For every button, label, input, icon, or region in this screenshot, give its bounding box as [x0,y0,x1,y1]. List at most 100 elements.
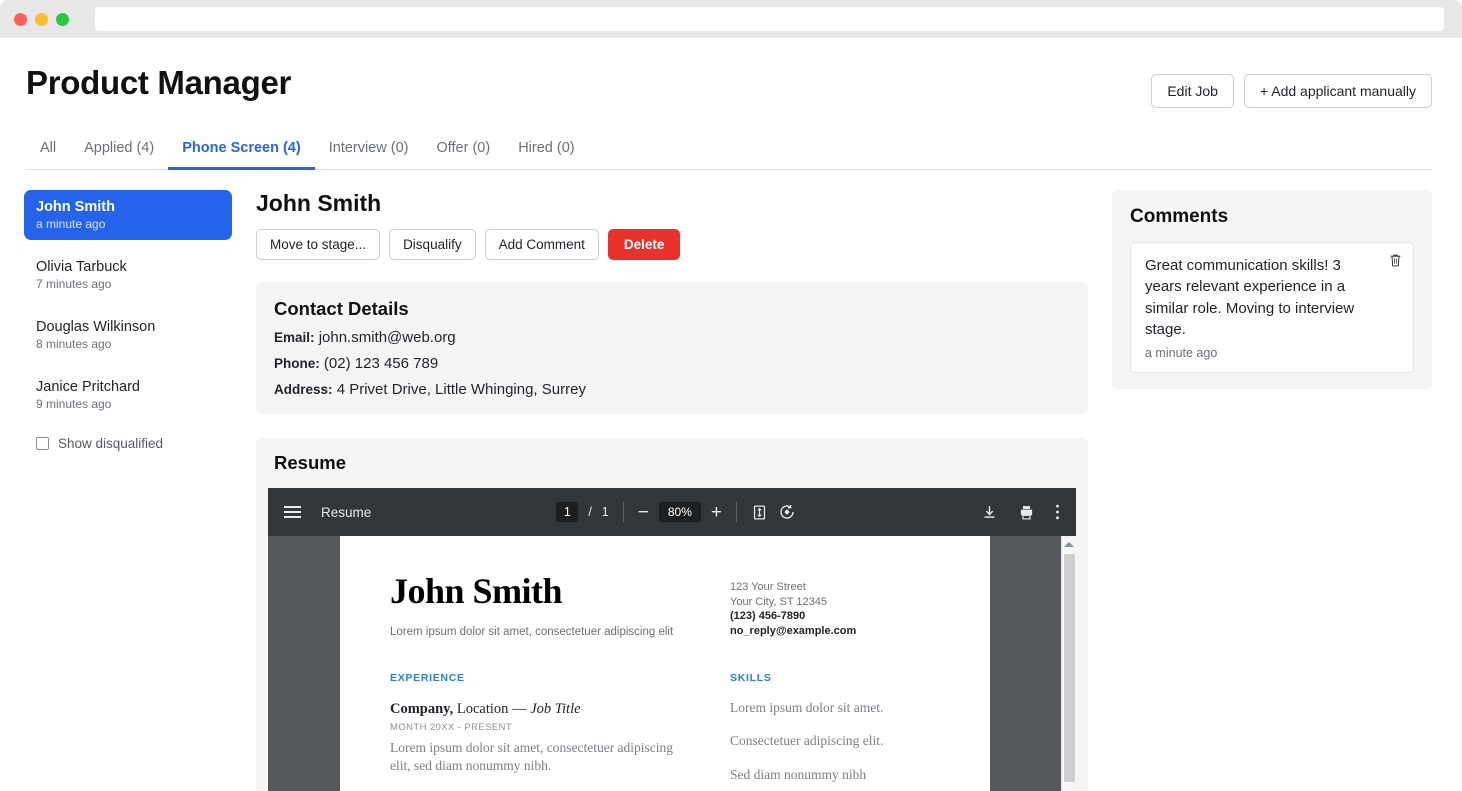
candidate-name: John Smith [256,190,1088,217]
comment-time: a minute ago [1145,346,1399,360]
checkbox-icon[interactable] [36,437,49,450]
add-applicant-manually-button[interactable]: + Add applicant manually [1244,74,1432,108]
comments-title: Comments [1130,206,1414,228]
tab-offer[interactable]: Offer (0) [422,132,504,170]
maximize-window-button[interactable] [56,13,69,26]
resume-contact-block: 123 Your Street Your City, ST 12345 (123… [730,572,940,638]
applicant-item-douglas-wilkinson[interactable]: Douglas Wilkinson 8 minutes ago [24,310,232,360]
resume-phone: (123) 456-7890 [730,610,805,622]
comment-item: Great communication skills! 3 years rele… [1130,242,1414,373]
resume-experience-heading: EXPERIENCE [390,672,686,684]
pdf-viewer: Resume / 1 − 80% + [268,488,1076,791]
page-title: Product Manager [26,64,291,102]
resume-job-location: Location — [453,701,530,717]
tab-phone-screen[interactable]: Phone Screen (4) [168,132,314,170]
print-icon[interactable] [1018,504,1035,521]
resume-skill-item: Lorem ipsum dolor sit amet. [730,699,940,717]
resume-city: Your City, ST 12345 [730,595,940,610]
applicant-item-janice-pritchard[interactable]: Janice Pritchard 9 minutes ago [24,370,232,420]
contact-address-label: Address: [274,382,333,397]
tab-hired[interactable]: Hired (0) [504,132,588,170]
candidate-detail: John Smith Move to stage... Disqualify A… [232,190,1112,791]
comment-text: Great communication skills! 3 years rele… [1145,255,1399,340]
applicant-time: 9 minutes ago [36,397,220,411]
more-vertical-icon[interactable] [1055,503,1060,521]
applicant-time: 7 minutes ago [36,277,220,291]
add-comment-button[interactable]: Add Comment [485,229,599,260]
resume-document-page: John Smith Lorem ipsum dolor sit amet, c… [340,536,990,791]
resume-panel: Resume Resume / 1 − 80% + [256,438,1088,791]
tab-all[interactable]: All [26,132,70,170]
applicant-name: John Smith [36,199,220,215]
resume-skills-heading: SKILLS [730,672,940,684]
resume-street: 123 Your Street [730,580,940,595]
header-actions: Edit Job + Add applicant manually [1151,64,1432,108]
contact-phone-row: Phone: (02) 123 456 789 [274,355,1070,372]
zoom-in-button[interactable]: + [711,503,722,522]
applicant-item-john-smith[interactable]: John Smith a minute ago [24,190,232,240]
resume-email: no_reply@example.com [730,625,856,637]
resume-skills-column: SKILLS Lorem ipsum dolor sit amet. Conse… [730,672,940,784]
pdf-page-zoom-controls: / 1 − 80% + [556,502,796,522]
resume-job-description: Lorem ipsum dolor sit amet, consectetuer… [390,739,686,775]
download-icon[interactable] [981,504,998,521]
pdf-toolbar: Resume / 1 − 80% + [268,488,1076,536]
scroll-up-icon[interactable] [1064,542,1074,547]
resume-candidate-name: John Smith [390,572,730,612]
resume-job-company: Company, [390,701,453,717]
candidate-actions: Move to stage... Disqualify Add Comment … [256,229,1088,260]
comments-panel: Comments Great communication skills! 3 y… [1112,190,1432,389]
rotate-counterclockwise-icon[interactable] [778,503,796,521]
resume-skill-item: Sed diam nonummy nibh [730,766,940,784]
contact-details-title: Contact Details [274,298,1070,320]
resume-experience-column: EXPERIENCE Company, Location — Job Title… [390,672,730,784]
applicant-name: Olivia Tarbuck [36,259,220,275]
address-bar[interactable] [95,7,1444,31]
toolbar-divider [736,502,737,522]
delete-comment-icon[interactable] [1389,253,1402,273]
contact-address-row: Address: 4 Privet Drive, Little Whinging… [274,381,1070,398]
tab-applied[interactable]: Applied (4) [70,132,168,170]
page-root: Product Manager Edit Job + Add applicant… [0,38,1462,791]
edit-job-button[interactable]: Edit Job [1151,74,1234,108]
minimize-window-button[interactable] [35,13,48,26]
pdf-document-title: Resume [321,505,371,520]
resume-columns: EXPERIENCE Company, Location — Job Title… [390,672,940,784]
scrollbar-thumb[interactable] [1064,554,1075,782]
browser-chrome [0,0,1462,38]
move-to-stage-button[interactable]: Move to stage... [256,229,380,260]
disqualify-button[interactable]: Disqualify [389,229,476,260]
pdf-page-number-input[interactable] [556,502,578,522]
tab-interview[interactable]: Interview (0) [315,132,423,170]
applicant-name: Douglas Wilkinson [36,319,220,335]
show-disqualified-toggle[interactable]: Show disqualified [24,430,232,457]
zoom-out-button[interactable]: − [638,503,649,522]
content-body: John Smith a minute ago Olivia Tarbuck 7… [0,170,1462,791]
resume-job-date: MONTH 20XX - PRESENT [390,722,686,733]
pdf-page-separator: / [588,505,591,519]
pdf-scrollbar[interactable] [1061,536,1076,791]
delete-button[interactable]: Delete [608,229,681,260]
applicant-item-olivia-tarbuck[interactable]: Olivia Tarbuck 7 minutes ago [24,250,232,300]
fit-to-page-icon[interactable] [751,504,768,521]
contact-address-value: 4 Privet Drive, Little Whinging, Surrey [337,381,586,398]
show-disqualified-label: Show disqualified [58,436,163,451]
resume-skill-item: Consectetuer adipiscing elit. [730,732,940,750]
contact-details-panel: Contact Details Email: john.smith@web.or… [256,282,1088,414]
contact-email-value: john.smith@web.org [319,329,456,346]
pdf-toolbar-right [981,503,1060,521]
applicant-time: 8 minutes ago [36,337,220,351]
applicant-time: a minute ago [36,217,220,231]
toolbar-divider [623,502,624,522]
close-window-button[interactable] [14,13,27,26]
resume-header-left: John Smith Lorem ipsum dolor sit amet, c… [390,572,730,638]
applicant-name: Janice Pritchard [36,379,220,395]
resume-job-title: Job Title [530,701,580,717]
page-header: Product Manager Edit Job + Add applicant… [0,38,1462,108]
contact-email-row: Email: john.smith@web.org [274,329,1070,346]
zoom-level-value[interactable]: 80% [659,502,701,522]
pdf-page-total: 1 [602,505,609,519]
window-controls [14,13,69,26]
resume-tagline: Lorem ipsum dolor sit amet, consectetuer… [390,626,730,638]
hamburger-icon[interactable] [284,506,301,518]
